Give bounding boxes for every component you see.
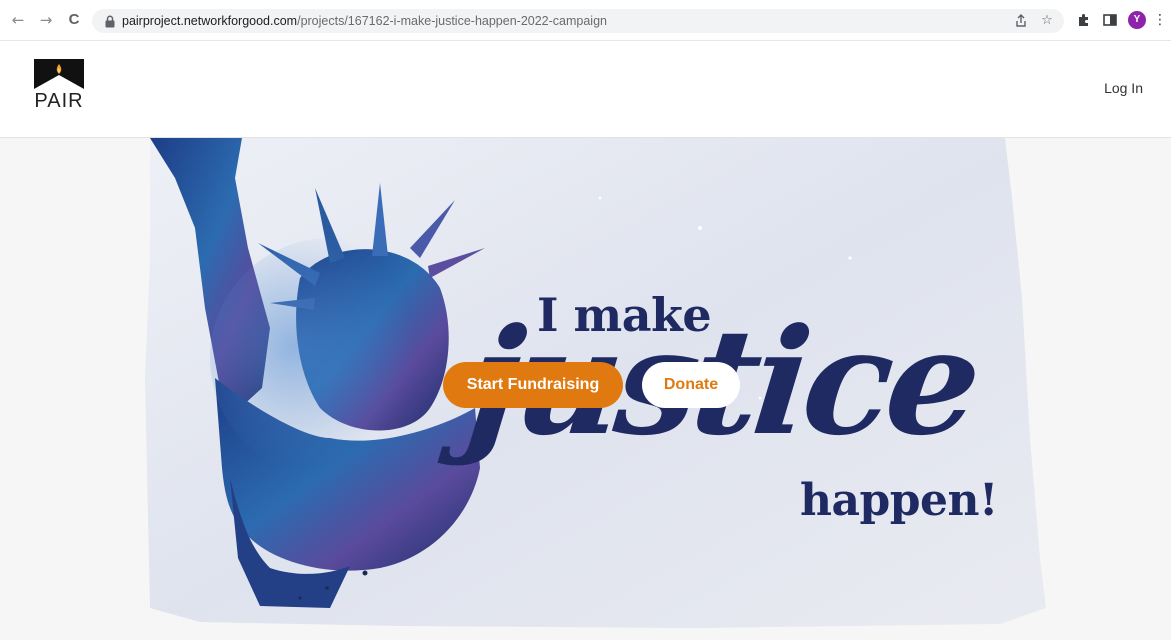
browser-toolbar: ← → C pairproject.networkforgood.com/pro… <box>0 0 1171 41</box>
forward-icon[interactable]: → <box>36 10 56 30</box>
pair-logo[interactable]: PAIR <box>32 59 86 119</box>
bookmark-star-icon[interactable]: ☆ <box>1038 12 1056 30</box>
headline-line3: happen! <box>800 475 998 526</box>
logo-text: PAIR <box>34 90 84 112</box>
site-header: PAIR Log In <box>0 41 1171 138</box>
url-path: /projects/167162-i-make-justice-happen-2… <box>297 14 607 28</box>
url-domain: pairproject.networkforgood.com <box>122 14 298 28</box>
reload-icon[interactable]: C <box>64 10 84 30</box>
start-fundraising-button[interactable]: Start Fundraising <box>443 362 623 408</box>
hero-banner: I make justice happen! Start Fundraising… <box>0 138 1171 640</box>
profile-avatar[interactable]: Y <box>1128 11 1146 29</box>
donate-button[interactable]: Donate <box>642 362 740 408</box>
back-icon[interactable]: ← <box>8 10 28 30</box>
lock-icon[interactable] <box>104 15 116 28</box>
login-link[interactable]: Log In <box>1104 80 1143 96</box>
share-icon[interactable] <box>1012 12 1030 30</box>
more-menu-icon[interactable]: ⋮ <box>1153 10 1167 30</box>
url-text[interactable]: pairproject.networkforgood.com/projects/… <box>122 9 607 33</box>
logo-candle-icon <box>34 59 84 89</box>
puzzle-icon[interactable] <box>1074 10 1094 30</box>
address-bar[interactable]: pairproject.networkforgood.com/projects/… <box>92 9 1064 33</box>
sidepanel-icon[interactable] <box>1100 10 1120 30</box>
